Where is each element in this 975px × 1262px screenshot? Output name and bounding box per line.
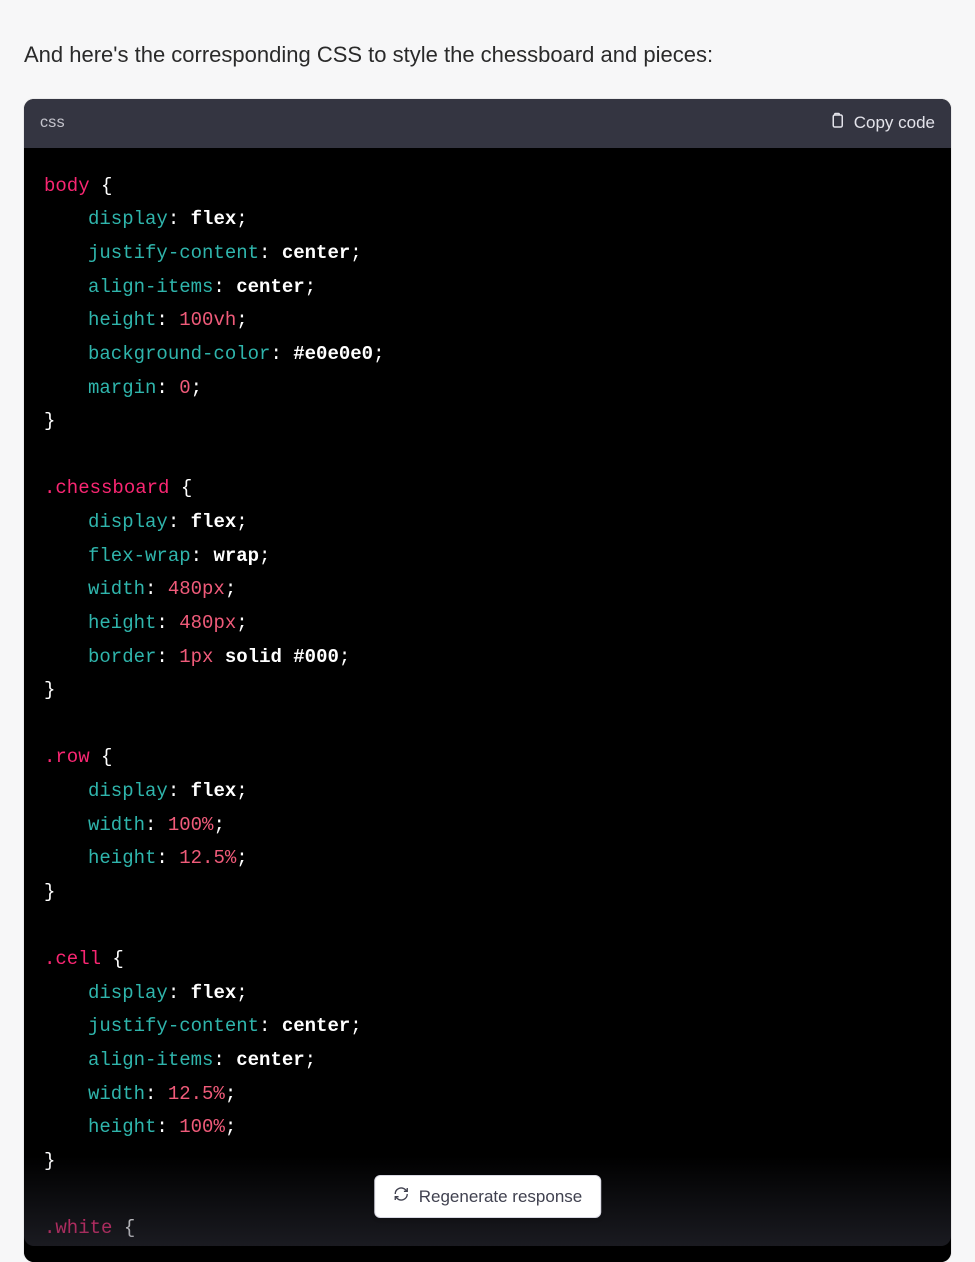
clipboard-icon [828, 111, 846, 136]
copy-code-label: Copy code [854, 113, 935, 133]
copy-code-button[interactable]: Copy code [828, 111, 935, 136]
regenerate-response-button[interactable]: Regenerate response [374, 1175, 602, 1218]
code-language-label: css [40, 114, 65, 132]
code-block: css Copy code body { display: flex; just… [24, 99, 951, 1262]
intro-text: And here's the corresponding CSS to styl… [0, 0, 975, 99]
regenerate-response-label: Regenerate response [419, 1187, 583, 1207]
code-content: body { display: flex; justify-content: c… [44, 170, 931, 1246]
refresh-icon [393, 1186, 409, 1207]
code-header: css Copy code [24, 99, 951, 148]
code-body: body { display: flex; justify-content: c… [24, 148, 951, 1262]
